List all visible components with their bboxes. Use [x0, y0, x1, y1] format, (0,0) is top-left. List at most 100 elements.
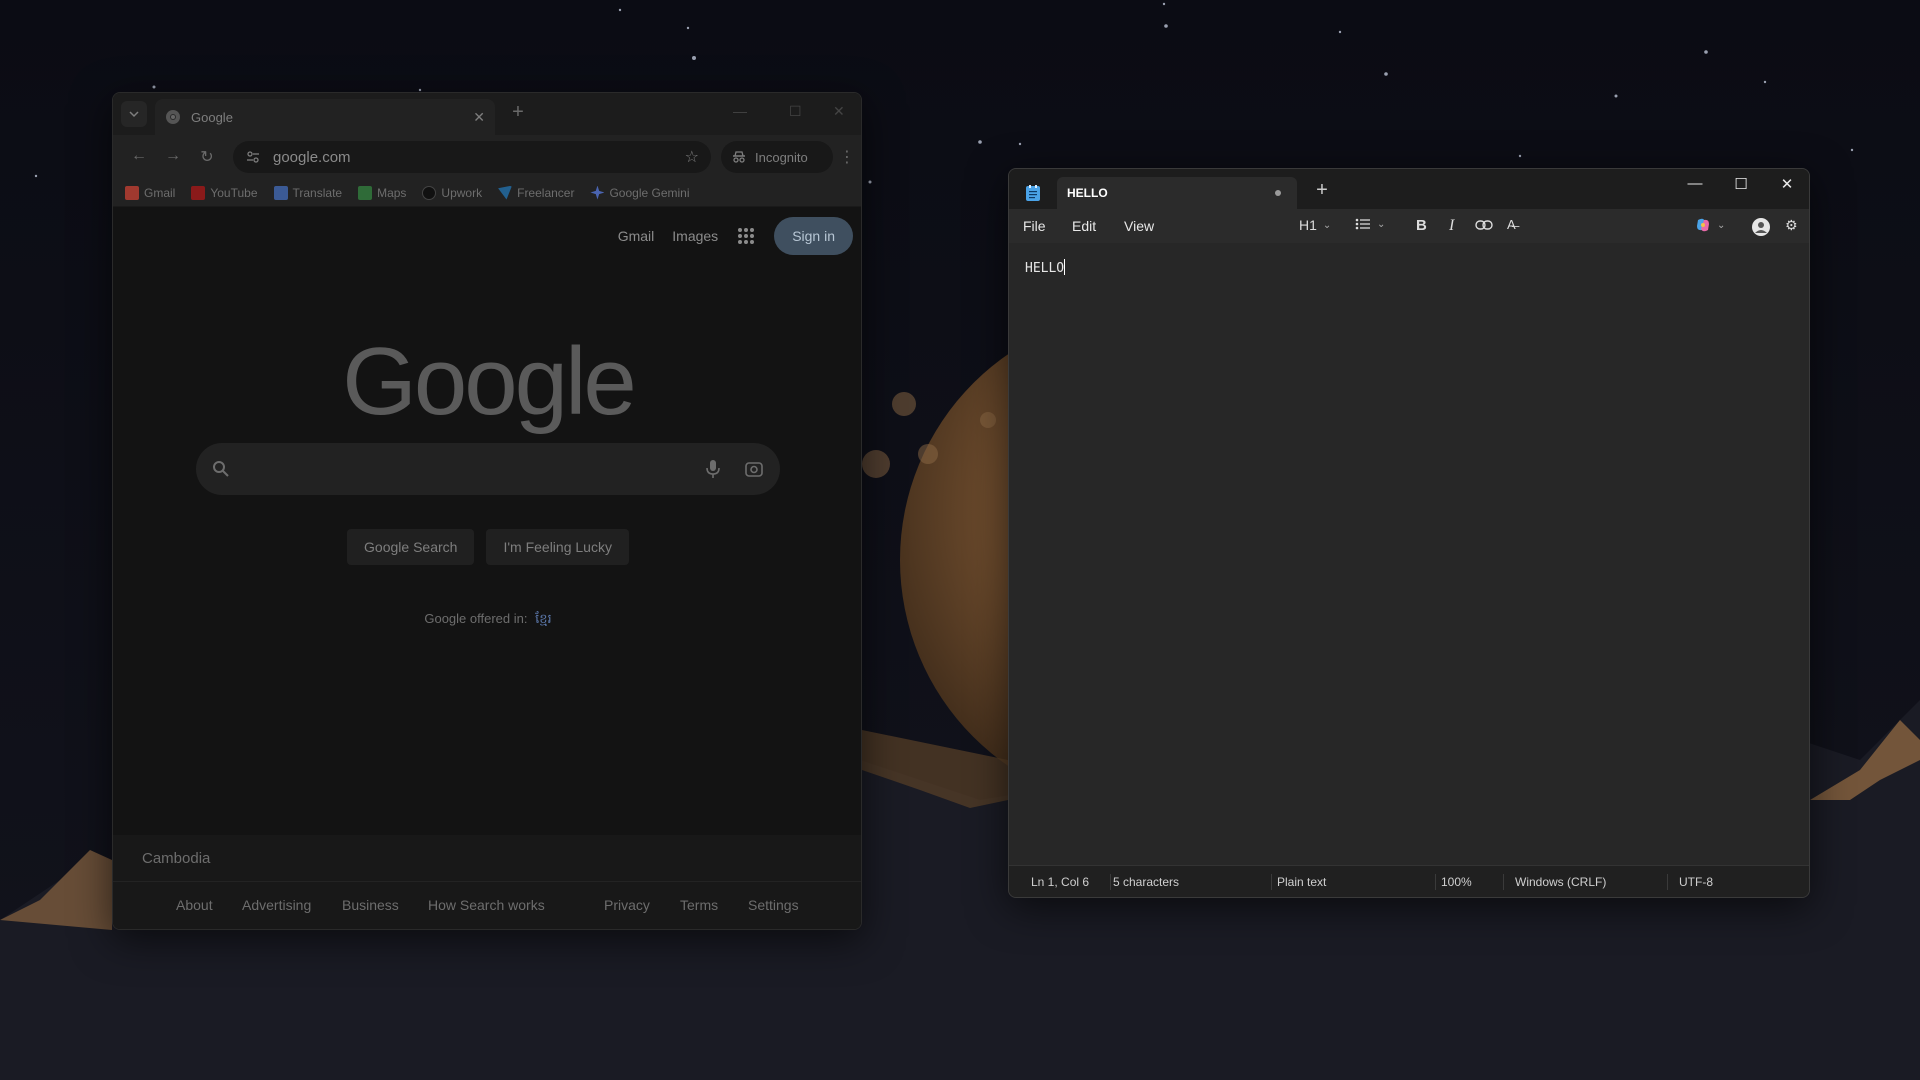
bookmark-translate[interactable]: Translate: [273, 185, 343, 200]
google-top-nav: Gmail Images Sign in: [618, 217, 853, 255]
bookmark-label: Translate: [292, 185, 343, 200]
offered-in: Google offered in: ខ្មែរ: [113, 611, 861, 630]
list-dropdown[interactable]: ⌄: [1355, 217, 1385, 231]
google-homepage: Gmail Images Sign in Google Google Searc…: [113, 207, 861, 929]
chevron-down-icon: ⌄: [1377, 218, 1386, 230]
bookmark-label: Freelancer: [517, 185, 575, 200]
minimize-icon[interactable]: —: [733, 103, 747, 119]
status-zoom[interactable]: 100%: [1441, 875, 1472, 889]
star-icon[interactable]: ☆: [685, 147, 699, 167]
editor-content: HELLO: [1025, 261, 1065, 276]
upwork-icon: [422, 185, 437, 200]
status-position: Ln 1, Col 6: [1031, 875, 1090, 889]
bookmark-gemini[interactable]: Google Gemini: [590, 185, 690, 200]
tab-title: Google: [191, 109, 233, 125]
maximize-icon[interactable]: ☐: [789, 103, 802, 120]
footer-link-terms[interactable]: Terms: [680, 897, 718, 913]
bookmark-label: YouTube: [210, 185, 258, 200]
minimize-icon[interactable]: —: [1680, 175, 1710, 192]
status-encoding[interactable]: UTF-8: [1679, 875, 1713, 889]
notepad-menubar: File Edit View H1 ⌄ ⌄ B I A̶ ⌄ ⚙: [1009, 209, 1809, 243]
chrome-titlebar: Google ✕ + — ☐ ✕: [113, 93, 861, 135]
tab-hello[interactable]: HELLO: [1057, 177, 1297, 209]
more-menu-icon[interactable]: ⋮: [839, 147, 855, 167]
unsaved-dot-icon[interactable]: [1275, 190, 1281, 196]
status-line-ending[interactable]: Windows (CRLF): [1515, 875, 1606, 889]
status-bar: Ln 1, Col 6 5 characters Plain text 100%…: [1009, 865, 1809, 897]
bookmarks-bar: Gmail YouTube Translate Maps Upwork Free…: [113, 179, 861, 207]
chevron-down-icon: ⌄: [1322, 219, 1332, 231]
menu-edit[interactable]: Edit: [1072, 218, 1096, 234]
youtube-icon: [191, 185, 206, 200]
menu-view[interactable]: View: [1124, 218, 1154, 234]
camera-search-icon[interactable]: [744, 459, 764, 479]
new-tab-button[interactable]: +: [1311, 179, 1333, 202]
site-info-icon[interactable]: [245, 149, 261, 165]
google-logo: Google: [342, 328, 637, 435]
bookmark-maps[interactable]: Maps: [358, 185, 407, 200]
editor-area[interactable]: HELLO: [1009, 243, 1809, 867]
back-icon[interactable]: ←: [129, 147, 149, 165]
incognito-label: Incognito: [755, 149, 808, 165]
tab-search-button[interactable]: [121, 101, 147, 127]
search-input[interactable]: [242, 460, 692, 478]
copilot-dropdown[interactable]: ⌄: [1695, 217, 1725, 233]
chrome-icon: [166, 110, 180, 124]
status-characters: 5 characters: [1113, 875, 1180, 889]
bookmark-label: Maps: [377, 185, 407, 200]
feeling-lucky-button[interactable]: I'm Feeling Lucky: [486, 529, 629, 565]
clear-formatting-icon[interactable]: A̶: [1507, 217, 1516, 232]
footer-link-about[interactable]: About: [176, 897, 213, 913]
footer-link-privacy[interactable]: Privacy: [604, 897, 650, 913]
menu-file[interactable]: File: [1023, 218, 1046, 234]
offered-in-label: Google offered in:: [424, 611, 528, 626]
apps-grid-icon[interactable]: [736, 226, 756, 246]
footer-link-settings[interactable]: Settings: [748, 897, 799, 913]
microphone-icon[interactable]: [704, 459, 722, 479]
link-icon[interactable]: [1475, 220, 1493, 230]
search-box[interactable]: [196, 443, 780, 495]
incognito-chip[interactable]: Incognito: [721, 141, 833, 173]
bold-icon[interactable]: B: [1416, 217, 1427, 234]
address-bar[interactable]: google.com ☆: [233, 141, 711, 173]
bookmark-youtube[interactable]: YouTube: [191, 185, 258, 200]
tab-google[interactable]: Google ✕: [155, 99, 495, 135]
heading-dropdown[interactable]: H1 ⌄: [1299, 217, 1331, 233]
footer-link-how-search-works[interactable]: How Search works: [428, 897, 545, 913]
gmail-link[interactable]: Gmail: [618, 228, 655, 244]
country-label: Cambodia: [113, 835, 861, 882]
text-caret: [1064, 259, 1066, 275]
close-window-icon[interactable]: ✕: [833, 103, 845, 120]
sign-in-button[interactable]: Sign in: [774, 217, 853, 255]
language-link[interactable]: ខ្មែរ: [535, 611, 552, 626]
bookmark-upwork[interactable]: Upwork: [422, 185, 482, 200]
close-window-icon[interactable]: ✕: [1772, 175, 1802, 193]
google-search-button[interactable]: Google Search: [347, 529, 475, 565]
close-icon[interactable]: ✕: [473, 109, 485, 126]
footer-link-advertising[interactable]: Advertising: [242, 897, 311, 913]
tab-title: HELLO: [1067, 186, 1108, 200]
editor-text[interactable]: HELLO: [1025, 259, 1066, 276]
footer-links: About Advertising Business How Search wo…: [113, 882, 861, 929]
bulleted-list-icon: [1355, 218, 1370, 230]
bookmark-gmail[interactable]: Gmail: [125, 185, 175, 200]
new-tab-button[interactable]: +: [505, 101, 531, 124]
chrome-window: Google ✕ + — ☐ ✕ ← → ↻ google.com ☆ Inco…: [112, 92, 862, 930]
google-footer: Cambodia About Advertising Business How …: [113, 835, 861, 929]
maps-icon: [358, 185, 373, 200]
bookmark-freelancer[interactable]: Freelancer: [498, 185, 575, 200]
account-icon[interactable]: [1751, 217, 1771, 237]
footer-link-business[interactable]: Business: [342, 897, 399, 913]
search-icon: [213, 461, 229, 477]
notepad-window: HELLO + — ☐ ✕ File Edit View H1 ⌄ ⌄ B I …: [1008, 168, 1810, 898]
gear-icon[interactable]: ⚙: [1785, 217, 1798, 234]
forward-icon[interactable]: →: [163, 147, 183, 165]
chevron-down-icon: [129, 111, 139, 118]
maximize-icon[interactable]: ☐: [1726, 175, 1756, 193]
italic-icon[interactable]: I: [1449, 217, 1454, 235]
status-format: Plain text: [1277, 875, 1327, 889]
images-link[interactable]: Images: [672, 228, 718, 244]
freelancer-icon: [498, 185, 513, 200]
search-buttons: Google Search I'm Feeling Lucky: [113, 529, 861, 565]
reload-icon[interactable]: ↻: [197, 147, 217, 167]
